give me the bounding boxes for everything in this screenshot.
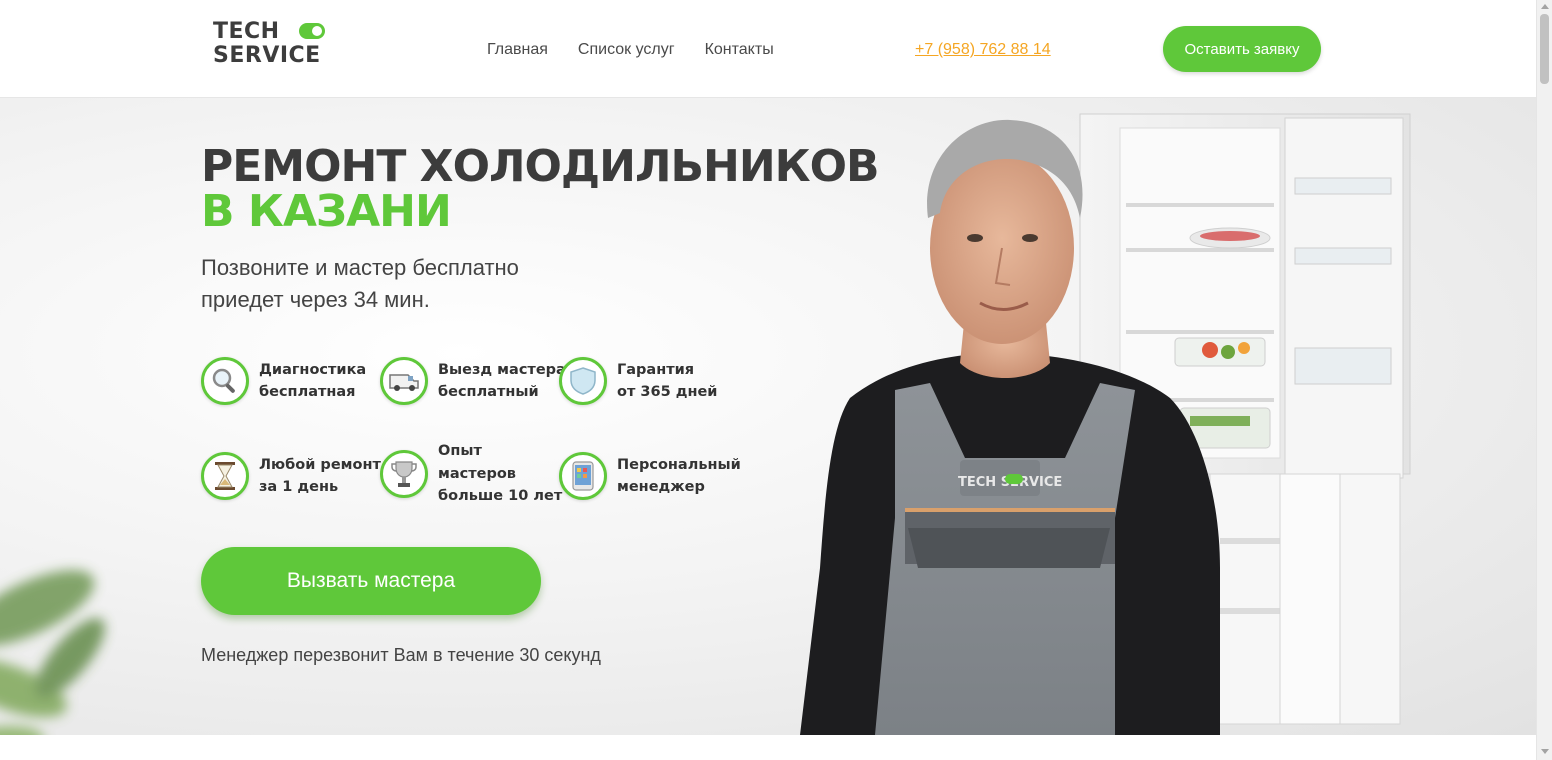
smartphone-icon xyxy=(559,452,607,500)
feature-text: Выезд мастера бесплатный xyxy=(438,359,566,404)
feature-line: Гарантия xyxy=(617,361,695,378)
plant-leaves-image xyxy=(0,570,105,735)
page: TECH SERVICE Главная Список услуг Контак… xyxy=(0,0,1552,760)
scroll-thumb[interactable] xyxy=(1540,14,1549,84)
nav-item-home[interactable]: Главная xyxy=(487,40,548,60)
section-divider xyxy=(0,735,1536,760)
magnifier-icon xyxy=(201,357,249,405)
page-scrollbar[interactable] xyxy=(1536,0,1552,760)
feature-text: Диагностика бесплатная xyxy=(259,359,366,404)
feature-line: от 365 дней xyxy=(617,384,718,400)
scroll-down-arrow-icon[interactable] xyxy=(1541,749,1549,754)
feature-warranty: Гарантия от 365 дней xyxy=(559,357,717,405)
feature-visit: Выезд мастера бесплатный xyxy=(380,357,566,405)
hero-title-city: В КАЗАНИ xyxy=(201,186,452,237)
scroll-up-arrow-icon[interactable] xyxy=(1541,4,1549,9)
nav-item-services[interactable]: Список услуг xyxy=(578,40,675,60)
shield-icon xyxy=(559,357,607,405)
site-header: TECH SERVICE Главная Список услуг Контак… xyxy=(0,0,1536,98)
feature-line: Персональный xyxy=(617,456,741,473)
trophy-icon xyxy=(380,449,428,498)
logo-line-2: SERVICE xyxy=(213,43,321,68)
feature-line: менеджер xyxy=(617,479,705,495)
request-button[interactable]: Оставить заявку xyxy=(1163,26,1321,72)
hero-subtitle: Позвоните и мастер бесплатно приедет чер… xyxy=(201,252,621,316)
hourglass-icon xyxy=(201,452,249,500)
nav-item-contacts[interactable]: Контакты xyxy=(705,40,774,60)
feature-text: Опыт мастеров больше 10 лет xyxy=(438,440,562,508)
feature-line: Опыт xyxy=(438,443,482,459)
phone-link[interactable]: +7 (958) 762 88 14 xyxy=(915,40,1051,60)
feature-line: бесплатный xyxy=(438,384,539,400)
feature-one-day: Любой ремонт за 1 день xyxy=(201,452,381,500)
feature-line: бесплатная xyxy=(259,384,356,400)
logo[interactable]: TECH SERVICE xyxy=(213,20,333,72)
technician-with-refrigerator-image: TECH SERVICE xyxy=(800,113,1411,735)
feature-line: больше 10 лет xyxy=(438,488,563,504)
van-icon xyxy=(380,357,428,405)
feature-line: мастеров xyxy=(438,465,516,482)
hero-subtitle-line-1: Позвоните и мастер бесплатно xyxy=(201,255,519,280)
feature-line: Выезд мастера xyxy=(438,361,566,378)
call-master-button[interactable]: Вызвать мастера xyxy=(201,547,541,615)
feature-text: Любой ремонт за 1 день xyxy=(259,454,381,499)
main-nav: Главная Список услуг Контакты xyxy=(487,40,774,60)
feature-manager: Персональный менеджер xyxy=(559,452,741,500)
hero-subtitle-line-2: приедет через 34 мин. xyxy=(201,287,430,312)
feature-text: Гарантия от 365 дней xyxy=(617,359,717,404)
feature-line: за 1 день xyxy=(259,479,339,495)
feature-line: Любой ремонт xyxy=(259,456,381,473)
feature-line: Диагностика xyxy=(259,361,367,378)
feature-diagnostics: Диагностика бесплатная xyxy=(201,357,366,405)
callback-note: Менеджер перезвонит Вам в течение 30 сек… xyxy=(201,645,601,665)
feature-text: Персональный менеджер xyxy=(617,454,741,499)
logo-toggle-icon xyxy=(299,23,325,39)
feature-experience: Опыт мастеров больше 10 лет xyxy=(380,440,562,508)
